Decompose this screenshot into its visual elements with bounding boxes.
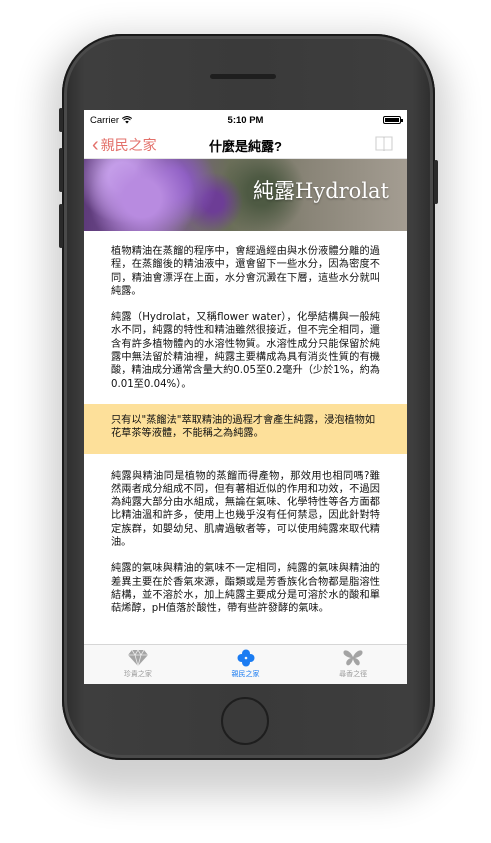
tab-label: 珍貴之家 <box>123 671 152 678</box>
banner-title: 純露Hydrolat <box>253 179 389 203</box>
paragraph: 純露（Hydrolat，又稱flower water），化學結構與一般純水不同，… <box>111 312 380 390</box>
volume-up-button <box>59 148 63 192</box>
highlight-note: 只有以"蒸餾法"萃取精油的過程才會產生純露，浸泡植物如花草茶等液體，不能稱之為純… <box>84 403 407 454</box>
battery-icon <box>383 116 403 124</box>
tab-label: 親民之家 <box>231 671 260 678</box>
mute-switch <box>59 108 63 132</box>
navigation-bar: ‹ 親民之家 什麼是純露? <box>84 130 407 159</box>
paragraph: 植物精油在蒸餾的程序中，會經過經由與水份液體分離的過程，在蒸餾後的精油液中，還會… <box>111 246 380 297</box>
page-title: 什麼是純露? <box>209 139 282 154</box>
status-time: 5:10 PM <box>227 115 264 126</box>
tab-treasure-home[interactable]: 珍貴之家 <box>84 645 192 684</box>
earpiece-speaker <box>210 74 276 79</box>
butterfly-icon <box>343 650 363 666</box>
book-icon[interactable] <box>375 135 393 151</box>
home-button[interactable] <box>221 697 269 745</box>
tab-scent-path[interactable]: 尋香之徑 <box>299 645 407 684</box>
tab-bar: 珍貴之家 親民之家 尋香之徑 <box>84 644 407 684</box>
status-bar: Carrier 5:10 PM <box>84 110 407 130</box>
paragraph: 純露的氣味與精油的氣味不一定相同，純露的氣味與精油的差異主要在於香氣來源，酯類或… <box>111 563 380 615</box>
article-body: 植物精油在蒸餾的程序中，會經過經由與水份液體分離的過程，在蒸餾後的精油液中，還會… <box>84 231 407 616</box>
tab-label: 尋香之徑 <box>339 671 368 678</box>
power-button <box>434 160 438 204</box>
clover-icon <box>237 649 254 667</box>
paragraph: 純露與精油同是植物的蒸餾而得產物，那效用也相同嗎?雖然兩者成分組成不同，但有著相… <box>111 470 380 549</box>
app-screen: Carrier 5:10 PM ‹ 親民之家 什麼是純露? 純露Hydrolat… <box>84 110 407 684</box>
volume-down-button <box>59 204 63 248</box>
tab-affordable-home[interactable]: 親民之家 <box>192 645 300 684</box>
diamond-icon <box>127 649 148 667</box>
hero-banner: 純露Hydrolat <box>84 159 407 231</box>
